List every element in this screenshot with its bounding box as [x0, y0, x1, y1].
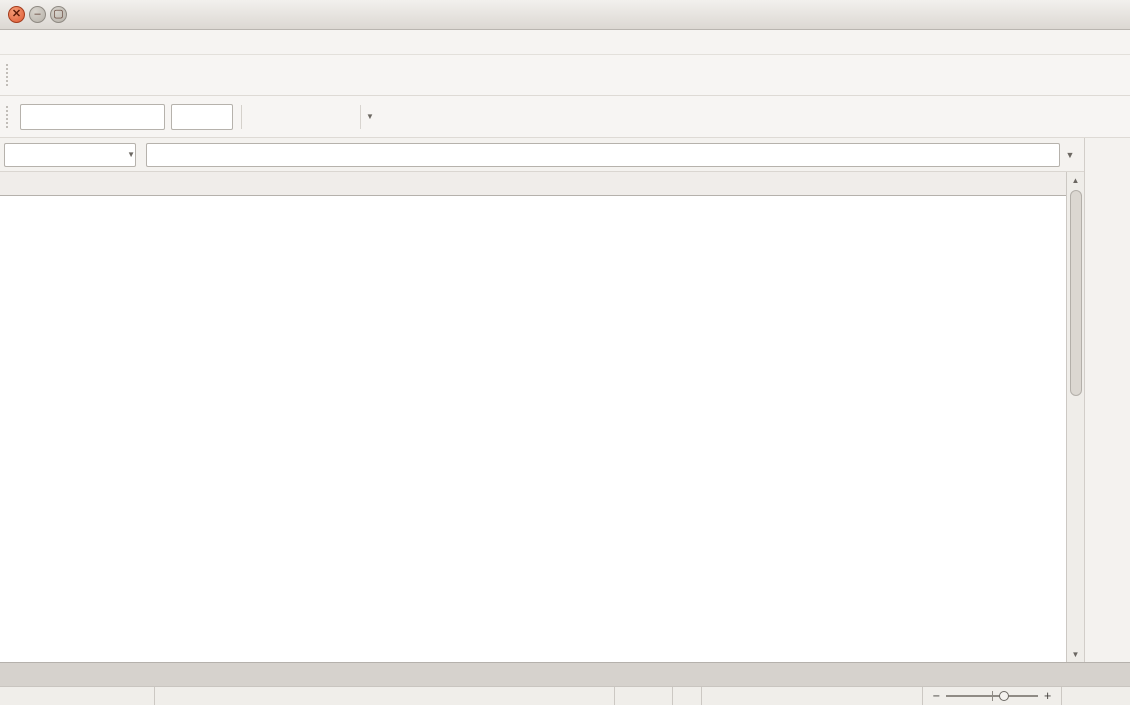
minimize-icon[interactable]: – [29, 6, 46, 23]
status-bar: − + [0, 686, 1130, 705]
standard-toolbar [0, 55, 1130, 96]
vertical-scrollbar-thumb[interactable] [1070, 190, 1082, 396]
close-icon[interactable]: ✕ [8, 6, 25, 23]
page-style[interactable] [155, 687, 615, 705]
sidebar-tab-strip [1084, 138, 1130, 662]
expand-formula-bar-icon[interactable]: ▼ [1060, 150, 1080, 160]
maximize-icon[interactable]: ▢ [50, 6, 67, 23]
sheet-tab-bar [0, 662, 1130, 686]
formula-input[interactable] [147, 147, 1059, 162]
name-box: ▼ [4, 143, 136, 167]
zoom-out-icon[interactable]: − [933, 689, 940, 703]
formatting-toolbar: ▼ ▼ [0, 96, 1130, 138]
embedded-chart[interactable] [46, 196, 776, 606]
zoom-level[interactable] [1062, 687, 1130, 705]
font-size-box: ▼ [171, 104, 233, 130]
spreadsheet-grid[interactable] [0, 196, 1066, 662]
formula-bar: ▼ ▼ [0, 138, 1084, 172]
toolbar-grip[interactable] [6, 64, 13, 86]
zoom-in-icon[interactable]: + [1044, 689, 1051, 703]
formula-input-wrap [146, 143, 1060, 167]
vertical-scrollbar[interactable]: ▲ ▼ [1066, 172, 1084, 662]
scroll-down-icon[interactable]: ▼ [1068, 646, 1084, 662]
menubar [0, 30, 1130, 55]
toolbar-grip[interactable] [6, 106, 13, 128]
libreoffice-calc-window: ✕ – ▢ ▼ ▼ ▼ ▼ [0, 0, 1130, 705]
font-name-box: ▼ [20, 104, 165, 130]
font-size-input[interactable] [172, 106, 360, 128]
status-icons [615, 687, 673, 705]
zoom-slider: − + [923, 687, 1062, 705]
zoom-slider-track[interactable] [946, 695, 1038, 697]
sheet-info [0, 687, 155, 705]
cell-reference-input[interactable] [5, 147, 124, 162]
name-box-dropdown-icon[interactable]: ▼ [127, 150, 135, 159]
titlebar[interactable]: ✕ – ▢ [0, 0, 1130, 30]
column-headers [0, 172, 1066, 196]
scroll-up-icon[interactable]: ▲ [1068, 172, 1084, 188]
selection-statistics[interactable] [702, 687, 923, 705]
zoom-slider-knob[interactable] [999, 691, 1009, 701]
font-size-dropdown-icon[interactable]: ▼ [360, 105, 379, 129]
